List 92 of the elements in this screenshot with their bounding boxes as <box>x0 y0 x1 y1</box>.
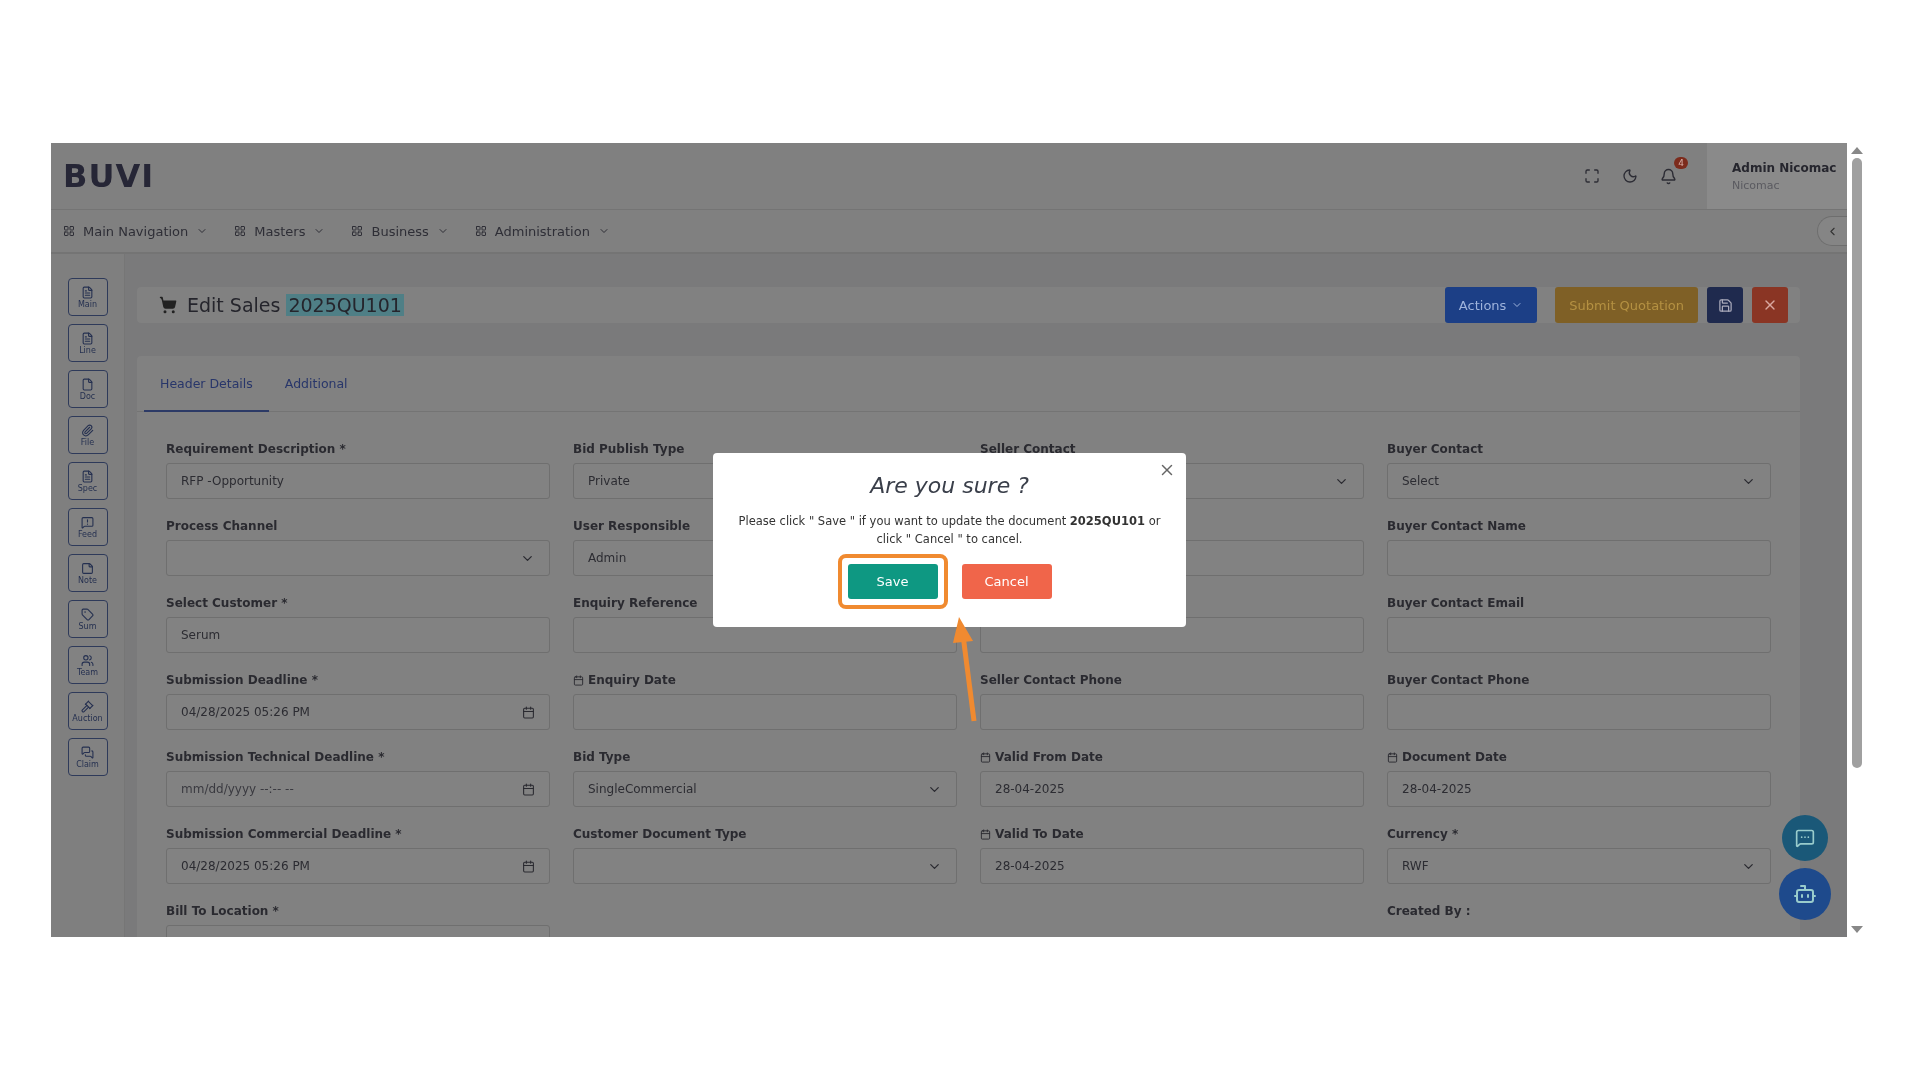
date-field[interactable]: 04/28/2025 05:26 PM <box>166 694 550 730</box>
date-field[interactable]: mm/dd/yyyy --:-- -- <box>166 771 550 807</box>
cancel-button[interactable]: Cancel <box>961 564 1052 599</box>
select-field[interactable]: Select <box>1387 463 1771 499</box>
feedback-icon <box>81 515 94 529</box>
field-label: Submission Deadline * <box>166 672 318 688</box>
select-field[interactable]: SingleCommercial <box>573 771 957 807</box>
save-icon[interactable] <box>1707 287 1743 323</box>
team-icon <box>81 653 94 667</box>
field-label: User Responsible <box>573 518 691 534</box>
side-tool-button[interactable]: Doc <box>67 370 108 408</box>
field-label: Document Date <box>1387 749 1507 765</box>
field-label: Enquiry Date <box>573 672 676 688</box>
side-tool-button[interactable]: Main <box>67 278 108 316</box>
field-label: Buyer Contact Email <box>1387 595 1525 611</box>
page-title: Edit Sales 2025QU101 <box>187 294 404 316</box>
date-field[interactable]: 04/28/2025 05:26 PM <box>166 848 550 884</box>
tab[interactable]: Header Details <box>144 356 269 412</box>
side-tool-button[interactable]: Team <box>67 646 108 684</box>
doc-icon <box>81 331 94 345</box>
calendar-icon <box>980 751 991 763</box>
field-label: Valid To Date <box>980 826 1084 842</box>
field-label: Bill To Location * <box>166 903 279 919</box>
calendar-icon[interactable] <box>522 782 535 796</box>
side-tool-button[interactable]: Sum <box>67 600 108 638</box>
calendar-icon <box>1387 751 1398 763</box>
field-label: Buyer Contact Name <box>1387 518 1526 534</box>
field-label: Valid From Date <box>980 749 1103 765</box>
field-label: Process Channel <box>166 518 278 534</box>
field-label: Seller Contact <box>980 441 1076 457</box>
side-tool-button[interactable]: Note <box>67 554 108 592</box>
cart-icon <box>159 296 177 314</box>
doc-icon <box>81 285 94 299</box>
field-label: Bid Publish Type <box>573 441 685 457</box>
field-label: Customer Document Type <box>573 826 747 842</box>
field-label: Submission Commercial Deadline * <box>166 826 402 842</box>
select-field[interactable] <box>166 540 550 576</box>
scrollbar-thumb[interactable] <box>1851 158 1862 768</box>
bell-icon[interactable] <box>1660 167 1677 185</box>
user-name: Admin Nicomac <box>1732 160 1838 175</box>
date-field[interactable]: 28-04-2025 <box>1387 771 1771 807</box>
date-field[interactable]: 28-04-2025 <box>980 771 1364 807</box>
notification-badge: 4 <box>1674 156 1688 169</box>
gavel-icon <box>81 699 94 713</box>
tag-icon <box>81 607 94 621</box>
tab[interactable]: Additional <box>268 356 364 412</box>
field-label: Currency * <box>1387 826 1459 842</box>
clip-icon <box>81 423 94 437</box>
chat-icon <box>81 745 94 759</box>
side-tool-button[interactable]: Line <box>67 324 108 362</box>
actions-button[interactable]: Actions <box>1444 287 1538 323</box>
save-button[interactable]: Save <box>847 564 938 599</box>
page-icon <box>81 377 94 391</box>
moon-icon[interactable] <box>1622 168 1638 184</box>
input-field[interactable]: RFP -Opportunity <box>166 463 550 499</box>
doc-icon <box>81 469 94 483</box>
grid-icon <box>351 225 364 237</box>
calendar-icon <box>573 674 584 686</box>
fullscreen-icon[interactable] <box>1584 168 1600 184</box>
calendar-icon[interactable] <box>522 859 535 873</box>
field-label: Enquiry Reference <box>573 595 698 611</box>
side-tool-button[interactable]: Auction <box>67 692 108 730</box>
calendar-icon <box>980 828 991 840</box>
side-tool-button[interactable]: File <box>67 416 108 454</box>
nav-menu[interactable]: Main Navigation <box>63 223 209 239</box>
grid-icon <box>474 225 487 237</box>
field-label: Buyer Contact Phone <box>1387 672 1530 688</box>
field-label: Requirement Description * <box>166 441 346 457</box>
field-label: Created By : <box>1387 903 1471 919</box>
input-field[interactable]: Serum <box>166 617 550 653</box>
brand-logo: BUVI <box>63 157 155 195</box>
dialog-title: Are you sure ? <box>870 473 1029 498</box>
field-label: Submission Technical Deadline * <box>166 749 385 765</box>
select-field[interactable] <box>573 848 957 884</box>
select-field[interactable]: RWF <box>1387 848 1771 884</box>
grid-icon <box>234 225 247 237</box>
side-tool-button[interactable]: Claim <box>67 738 108 776</box>
field-label: Bid Type <box>573 749 631 765</box>
dialog-message: Please click " Save " if you want to update the document 2025QU101 or click " Cancel " to cancel. <box>737 513 1162 548</box>
date-field[interactable]: 28-04-2025 <box>980 848 1364 884</box>
scroll-down-arrow[interactable] <box>1850 926 1863 933</box>
side-tool-button[interactable]: Spec <box>67 462 108 500</box>
note-icon <box>81 561 94 575</box>
field-label: Buyer Contact <box>1387 441 1484 457</box>
calendar-icon[interactable] <box>522 705 535 719</box>
side-tool-button[interactable]: Feed <box>67 508 108 546</box>
field-label: Select Customer * <box>166 595 288 611</box>
nav-menu[interactable]: Masters <box>234 223 326 239</box>
nav-menu[interactable]: Business <box>351 223 449 239</box>
nav-menu[interactable]: Administration <box>474 223 610 239</box>
grid-icon <box>63 225 75 237</box>
field-label: Seller Contact Phone <box>980 672 1122 688</box>
